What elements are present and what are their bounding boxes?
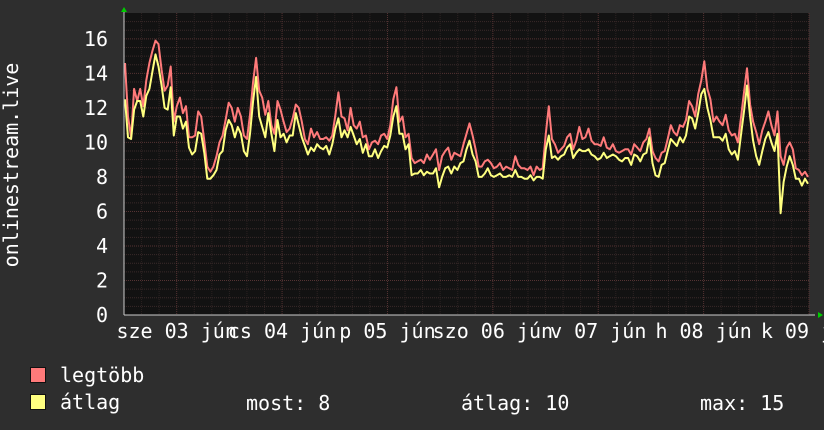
y-tick-label: 12 — [84, 96, 108, 120]
y-tick-label: 0 — [96, 303, 108, 327]
x-tick-label: h 08 jún — [655, 319, 751, 343]
stat-max: max: 15 — [700, 391, 785, 415]
x-tick-label: v 07 jún — [550, 319, 646, 343]
y-tick-label: 10 — [84, 130, 108, 154]
legend-item-max: legtöbb — [30, 363, 145, 387]
plot-background — [124, 13, 809, 315]
stat-current: most: 8 — [246, 391, 331, 415]
legend-item-avg: átlag — [30, 390, 121, 414]
y-axis-label: onlinestream.live — [0, 63, 23, 268]
x-axis-arrow — [818, 312, 823, 318]
y-tick-label: 6 — [96, 199, 108, 223]
traffic-chart: 0 2 4 6 8 10 12 14 16 sze 03 júncs 04 jún p 05 jún… — [0, 7, 824, 343]
y-tick-label: 4 — [96, 234, 108, 258]
x-tick-label: sze 03 jún — [116, 319, 236, 343]
x-tick-label: p 05 jún — [339, 319, 435, 343]
stat-average: átlag: 10 — [461, 391, 570, 415]
legend-label-avg: átlag — [60, 390, 121, 414]
y-tick-label: 14 — [84, 61, 108, 85]
x-tick-label: k 09 jún — [761, 319, 824, 343]
y-axis-arrow — [121, 7, 127, 12]
legend-swatch-avg — [30, 394, 46, 410]
y-tick-label: 8 — [96, 165, 108, 189]
y-tick-label: 16 — [84, 27, 108, 51]
chart-panel: 0 2 4 6 8 10 12 14 16 sze 03 jún cs 04 jún p 05 jún… — [0, 0, 824, 430]
legend-swatch-max — [30, 367, 46, 383]
x-tick-label: szo 06 jún — [433, 319, 553, 343]
y-tick-label: 2 — [96, 268, 108, 292]
legend-label-max: legtöbb — [60, 363, 145, 387]
x-tick-label: cs 04 jún — [228, 319, 336, 343]
